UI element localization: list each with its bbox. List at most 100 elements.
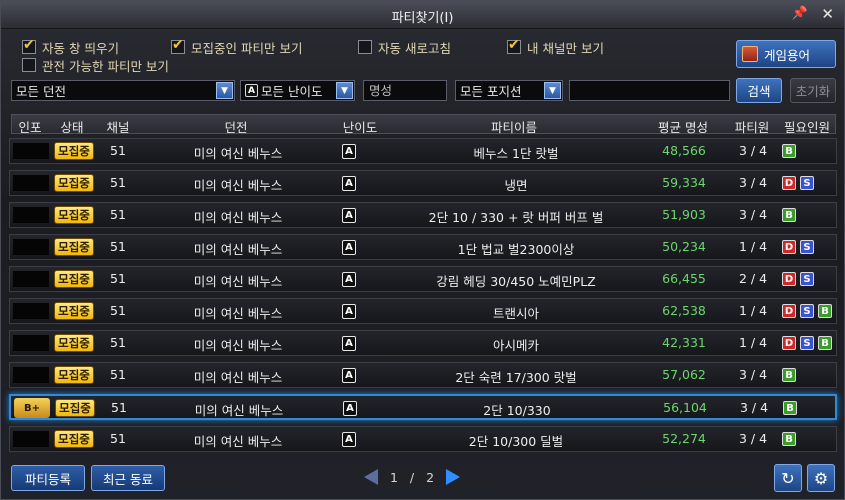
info-slot [13,367,49,383]
refresh-icon[interactable]: ↻ [774,464,802,492]
status-badge: 모집중 [54,302,94,320]
channel-cell: 51 [110,271,126,286]
table-row[interactable]: 모집중 51 미의 여신 베누스 A 아시메카 42,331 1 / 4 DSB [9,330,837,356]
role-d-icon: D [782,176,796,190]
role-b-icon: B [782,144,796,158]
info-slot [13,207,49,223]
avg-score-cell: 52,274 [662,431,706,446]
auto-refresh-checkbox[interactable]: 자동 새로고침 [358,38,451,56]
checkbox-box[interactable] [507,37,521,54]
next-page-icon[interactable] [446,469,461,485]
table-row[interactable]: 모집중 51 미의 여신 베누스 A 베누스 1단 랏벌 48,566 3 / 4 B [9,138,837,164]
table-row[interactable]: 모집중 51 미의 여신 베누스 A 1단 법교 벌2300이상 50,234 1 / 4 D… [9,234,837,260]
party-name-input[interactable] [569,80,730,101]
title-bar[interactable]: 파티찾기(I) 📌 ✕ [1,1,844,29]
chevron-down-icon[interactable]: ▼ [216,82,233,99]
table-row[interactable]: 모집중 51 미의 여신 베누스 A 2단 10/300 딜벌 52,274 3 / 4 B [9,426,837,452]
dungeon-select-value: 모든 던전 [16,84,66,99]
table-row[interactable]: 모집중 51 미의 여신 베누스 A 2단 10 / 330 + 랏 버퍼 버프 벌 51… [9,202,837,228]
dungeon-cell: 미의 여신 베누스 [193,338,283,353]
table-row[interactable]: 모집중 51 미의 여신 베누스 A 강림 헤딩 30/450 노예민PLZ 66,455… [9,266,837,292]
column-header-info[interactable]: 인포 [12,117,48,136]
column-header-avg-score[interactable]: 평균 명성 [640,117,726,136]
column-header-party-name[interactable]: 파티이름 [388,117,640,136]
search-button[interactable]: 검색 [736,78,782,103]
my-channel-checkbox[interactable]: 내 채널만 보기 [507,37,604,56]
difficulty-a-icon: A [343,401,357,416]
dungeon-cell: 미의 여신 베누스 [193,146,283,161]
role-b-icon: B [783,401,797,415]
column-header-dungeon[interactable]: 던전 [140,117,332,136]
page-separator: / [409,469,415,485]
checkbox-box[interactable] [22,58,36,72]
table-row[interactable]: 모집중 51 미의 여신 베누스 A 2단 숙련 17/300 랏벌 57,062 3 / … [9,362,837,388]
info-slot [13,175,49,191]
position-select-value: 모든 포지션 [460,84,522,99]
pin-icon[interactable]: 📌 [792,6,808,21]
members-cell: 1 / 4 [738,239,768,254]
role-b-icon: B [782,368,796,382]
info-slot [13,143,49,159]
members-cell: 1 / 4 [738,335,768,350]
checkbox-label: 자동 창 띄우기 [42,40,119,56]
position-select[interactable]: 모든 포지션 ▼ [455,80,563,101]
channel-cell: 51 [110,143,126,158]
dungeon-cell: 미의 여신 베누스 [193,370,283,385]
window-title: 파티찾기(I) [391,11,454,26]
recruiting-only-checkbox[interactable]: 모집중인 파티만 보기 [171,37,302,56]
column-header-status[interactable]: 상태 [48,117,96,136]
role-b-icon: B [818,304,832,318]
party-name-cell: 강림 헤딩 30/450 노예민PLZ [436,274,596,289]
difficulty-select[interactable]: A 모든 난이도 ▼ [240,80,355,101]
chevron-down-icon[interactable]: ▼ [336,82,353,99]
dungeon-cell: 미의 여신 베누스 [193,210,283,225]
status-badge: 모집중 [54,334,94,352]
channel-cell: 51 [111,400,127,415]
members-cell: 3 / 4 [738,367,768,382]
reset-button[interactable]: 초기화 [790,78,836,103]
info-slot [13,431,49,447]
party-finder-window: 파티찾기(I) 📌 ✕ 자동 창 띄우기 모집중인 파티만 보기 자동 새로고침… [0,0,845,500]
cert-badge: B+ [14,398,50,418]
table-row[interactable]: B+ 모집중 51 미의 여신 베누스 A 2단 10/330 56,104 3 / 4 B [9,394,837,420]
chevron-down-icon[interactable]: ▼ [544,82,561,99]
table-row[interactable]: 모집중 51 미의 여신 베누스 A 냉면 59,334 3 / 4 DS [9,170,837,196]
gear-icon[interactable]: ⚙ [807,464,835,492]
role-s-icon: S [800,176,814,190]
checkbox-box[interactable] [358,40,372,54]
checkbox-box[interactable] [22,37,36,54]
party-name-cell: 2단 10 / 330 + 랏 버퍼 버프 벌 [428,210,604,225]
avg-score-cell: 62,538 [662,303,706,318]
role-b-icon: B [782,432,796,446]
difficulty-a-icon: A [342,240,356,255]
game-glossary-button[interactable]: 게임용어 [736,40,836,68]
role-s-icon: S [800,304,814,318]
avg-score-cell: 57,062 [662,367,706,382]
register-party-button[interactable]: 파티등록 [11,465,85,491]
column-header-needed[interactable]: 필요인원 [778,117,836,136]
dungeon-cell: 미의 여신 베누스 [193,242,283,257]
auto-popup-checkbox[interactable]: 자동 창 띄우기 [22,37,119,56]
recent-companions-button[interactable]: 최근 동료 [91,465,165,491]
channel-cell: 51 [110,367,126,382]
prev-page-icon[interactable] [363,469,378,485]
column-header-difficulty[interactable]: 난이도 [332,117,388,136]
dungeon-cell: 미의 여신 베누스 [193,434,283,449]
column-header-channel[interactable]: 채널 [96,117,140,136]
avg-score-cell: 42,331 [662,335,706,350]
dungeon-cell: 미의 여신 베누스 [194,403,284,418]
table-row[interactable]: 모집중 51 미의 여신 베누스 A 트랜시아 62,538 1 / 4 DSB [9,298,837,324]
avg-score-cell: 56,104 [663,400,707,415]
status-badge: 모집중 [54,174,94,192]
info-slot [13,239,49,255]
avg-score-cell: 51,903 [662,207,706,222]
role-d-icon: D [782,272,796,286]
spectate-checkbox[interactable]: 관전 가능한 파티만 보기 [22,56,169,74]
checkbox-box[interactable] [171,37,185,54]
column-header-members[interactable]: 파티원 [726,117,778,136]
checkbox-label: 관전 가능한 파티만 보기 [42,58,169,74]
score-input[interactable]: 명성 [363,80,447,101]
close-icon[interactable]: ✕ [821,5,834,23]
party-name-cell: 2단 10/300 딜벌 [468,434,564,449]
dungeon-select[interactable]: 모든 던전 ▼ [11,80,235,101]
